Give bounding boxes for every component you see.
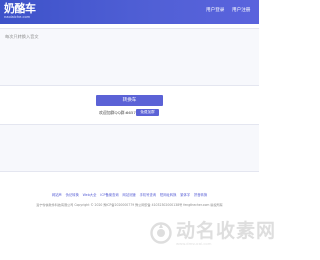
- logo-subtext: naolaiche.com: [4, 15, 31, 19]
- output-textarea[interactable]: [0, 125, 259, 171]
- footer-link[interactable]: 繁体字: [180, 193, 190, 197]
- site-logo[interactable]: 奶酪车 naolaiche.com: [4, 3, 44, 20]
- footer-link[interactable]: Web大全: [83, 193, 97, 197]
- watermark-text: 动名收素网: [176, 220, 277, 242]
- convert-button[interactable]: 转换车: [96, 95, 163, 106]
- logo-text: 奶酪车: [4, 2, 36, 15]
- footer-link[interactable]: ICP备案查询: [100, 193, 118, 197]
- copyright-text: 洛宁零信软件科技有限公司 Copyright © 2020 豫ICP备20200…: [36, 203, 223, 207]
- input-panel: [0, 28, 259, 86]
- join-group-button[interactable]: 免费加群: [136, 109, 159, 116]
- watermark: 动名收素网 www.dmsucai.com: [150, 220, 275, 248]
- footer-link[interactable]: 短网址转换: [160, 193, 176, 197]
- top-header: 奶酪车 naolaiche.com 用户登录 用户注册: [0, 0, 259, 24]
- footer-link[interactable]: 拼音转换: [194, 193, 207, 197]
- register-link[interactable]: 用户注册: [232, 8, 250, 14]
- login-link[interactable]: 用户登录: [206, 8, 224, 14]
- footer-link[interactable]: 网站声: [52, 193, 62, 197]
- footer-link[interactable]: 伪记转换: [66, 193, 79, 197]
- footer-link[interactable]: 网站测速: [123, 193, 136, 197]
- footer-link[interactable]: 手机号查询: [140, 193, 156, 197]
- watermark-logo-icon: [150, 222, 172, 244]
- footer-links: 网站声 伪记转换 Web大全 ICP备案查询 网站测速 手机号查询 短网址转换 …: [0, 192, 259, 198]
- input-textarea[interactable]: [0, 29, 259, 85]
- output-panel: [0, 124, 259, 172]
- watermark-subtext: www.dmsucai.com: [176, 241, 212, 246]
